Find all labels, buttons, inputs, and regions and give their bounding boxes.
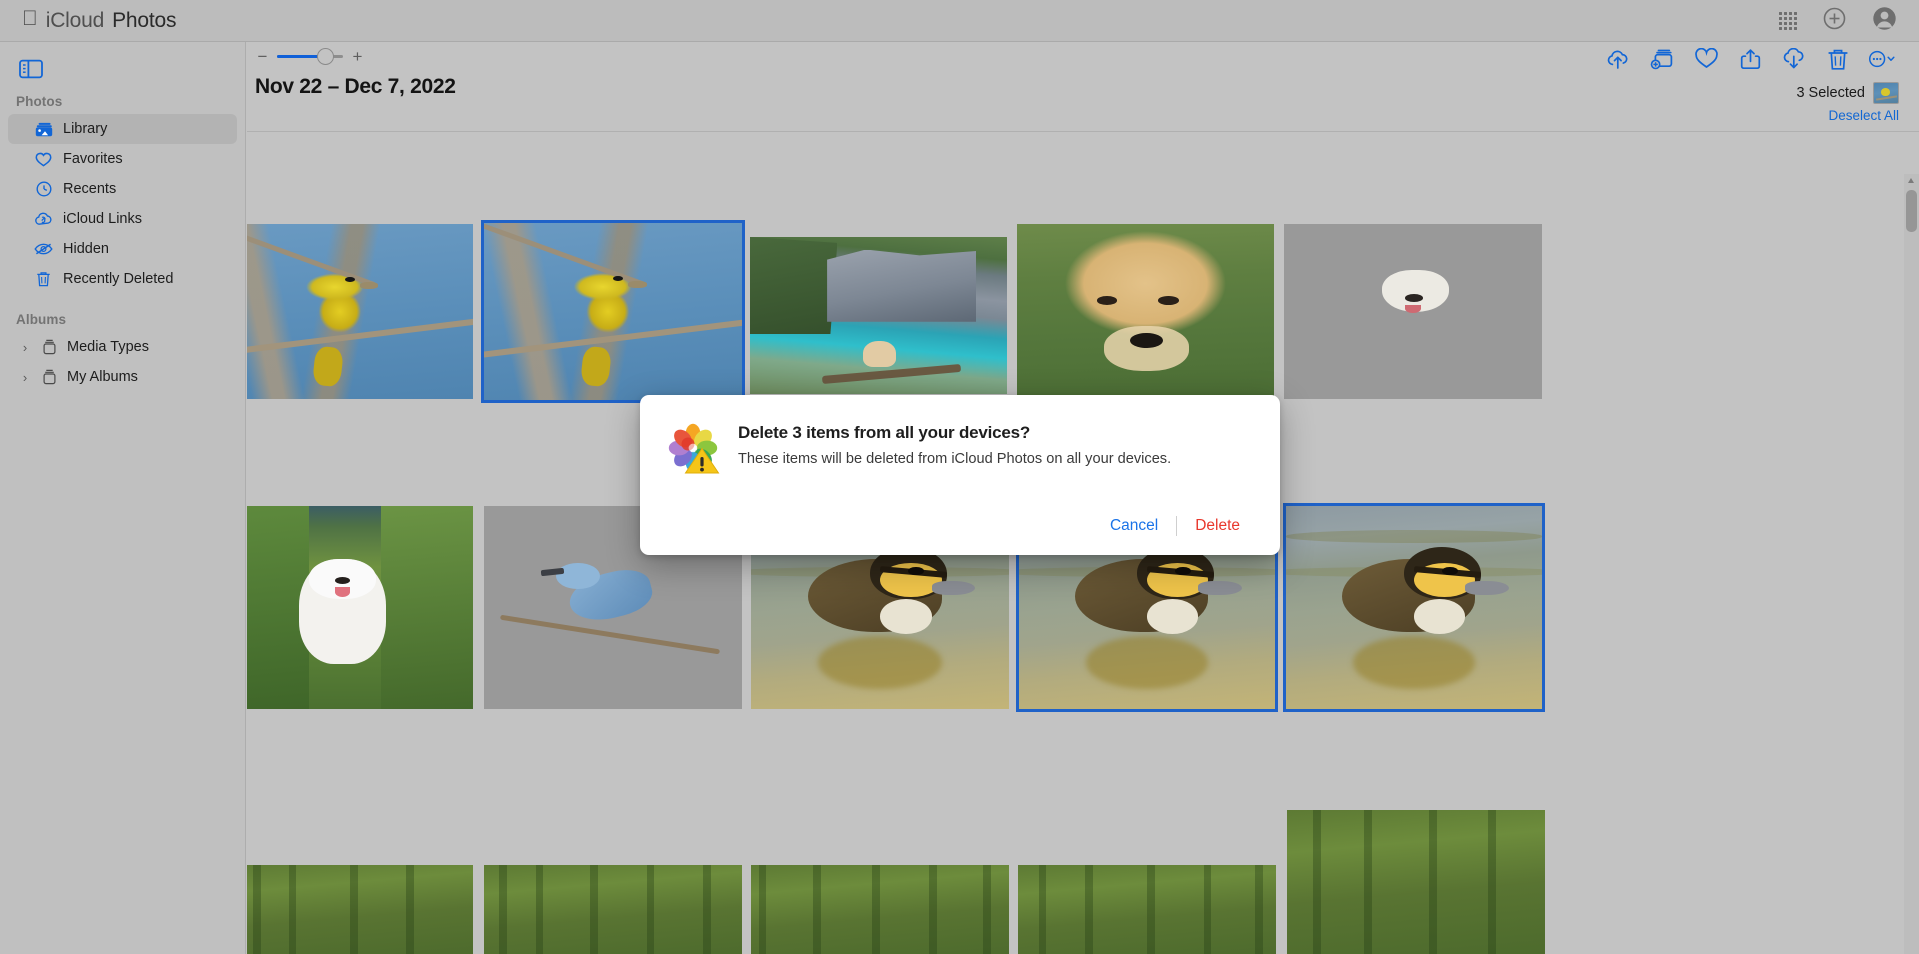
sidebar-item-recently-deleted[interactable]: Recently Deleted	[8, 264, 237, 294]
chevron-right-icon[interactable]: ›	[18, 370, 32, 385]
sidebar-item-recents[interactable]: Recents	[8, 174, 237, 204]
sidebar-item-label: Favorites	[63, 151, 123, 167]
sidebar-item-icloud-links[interactable]: iCloud Links	[8, 204, 237, 234]
cloud-link-icon	[34, 212, 53, 226]
upload-to-icloud-button[interactable]	[1603, 44, 1633, 74]
app-grid-icon[interactable]	[1779, 11, 1797, 30]
zoom-out-button[interactable]: −	[257, 48, 268, 65]
sidebar-section-albums-label: Albums	[16, 312, 67, 327]
vertical-scrollbar[interactable]	[1904, 174, 1919, 954]
zoom-slider[interactable]: − +	[257, 47, 363, 65]
photo-grass-5[interactable]	[1287, 810, 1545, 954]
sidebar-item-library[interactable]: Library	[8, 114, 237, 144]
date-range-heading: Nov 22 – Dec 7, 2022	[255, 75, 456, 98]
dialog-actions: Cancel Delete	[1092, 511, 1258, 541]
sidebar-item-favorites[interactable]: Favorites	[8, 144, 237, 174]
photos-app-warning-icon	[666, 421, 720, 475]
apple-logo-icon: 	[22, 8, 38, 29]
photo-grass-4[interactable]	[1018, 865, 1276, 954]
window-title-bar:  iCloud Photos	[0, 0, 1919, 42]
zoom-slider-thumb[interactable]	[317, 47, 334, 65]
sidebar: Photos Library Favorites Recents iCloud …	[0, 42, 246, 954]
photo-lake-dog[interactable]	[750, 237, 1007, 394]
deselect-all-link[interactable]: Deselect All	[1796, 108, 1899, 123]
photo-canary-1[interactable]	[247, 224, 473, 399]
sidebar-section-photos-label: Photos	[16, 94, 63, 109]
scrollbar-thumb[interactable]	[1906, 190, 1917, 232]
photo-grass-1[interactable]	[247, 865, 473, 954]
favorite-button[interactable]	[1691, 44, 1721, 74]
brand-icloud-label: iCloud	[30, 8, 105, 32]
trash-icon	[34, 271, 53, 288]
window-controls	[1779, 6, 1897, 36]
photo-samoyed-grass[interactable]	[247, 506, 473, 709]
album-stack-icon	[40, 369, 59, 385]
more-options-button[interactable]	[1867, 44, 1897, 74]
delete-confirmation-dialog: Delete 3 items from all your devices? Th…	[640, 395, 1280, 555]
sidebar-item-my-albums[interactable]: › My Albums	[8, 362, 237, 392]
download-button[interactable]	[1779, 44, 1809, 74]
photo-canary-2[interactable]	[481, 220, 745, 403]
share-button[interactable]	[1735, 44, 1765, 74]
delete-button[interactable]: Delete	[1177, 511, 1258, 541]
scroll-up-arrow-icon[interactable]	[1908, 178, 1914, 183]
action-toolbar	[1603, 44, 1897, 74]
photo-golden-retriever[interactable]	[1017, 224, 1274, 399]
photo-dog-red-leaves[interactable]	[1284, 224, 1542, 399]
library-icon	[34, 122, 53, 137]
sidebar-item-label: Media Types	[67, 339, 149, 355]
cancel-button[interactable]: Cancel	[1092, 511, 1176, 541]
sidebar-item-label: iCloud Links	[63, 211, 142, 227]
selection-thumbnail	[1873, 82, 1899, 104]
sidebar-item-label: Hidden	[63, 241, 109, 257]
zoom-slider-track[interactable]	[277, 47, 343, 65]
photo-duckling-3[interactable]	[1283, 503, 1545, 712]
brand-photos-label: Photos	[96, 8, 176, 32]
sidebar-item-hidden[interactable]: Hidden	[8, 234, 237, 264]
photo-grass-2[interactable]	[484, 865, 742, 954]
sidebar-toggle-icon[interactable]	[14, 54, 48, 84]
album-stack-icon	[40, 339, 59, 355]
sidebar-item-label: My Albums	[67, 369, 138, 385]
add-to-album-button[interactable]	[1647, 44, 1677, 74]
dialog-message: These items will be deleted from iCloud …	[738, 451, 1172, 467]
sidebar-item-media-types[interactable]: › Media Types	[8, 332, 237, 362]
plus-circle-icon[interactable]	[1823, 7, 1846, 35]
sidebar-item-label: Library	[63, 121, 108, 137]
eye-slash-icon	[34, 242, 53, 256]
selection-info: 3 Selected Deselect All	[1796, 82, 1899, 123]
photo-grass-3[interactable]	[751, 865, 1009, 954]
chevron-right-icon[interactable]: ›	[18, 340, 32, 355]
dialog-title: Delete 3 items from all your devices?	[738, 423, 1031, 442]
sidebar-item-label: Recents	[63, 181, 117, 197]
content-toolbar: − + Nov 22 – Dec 7, 2022 3 Selected Dese…	[247, 42, 1919, 132]
account-avatar-icon[interactable]	[1872, 6, 1897, 36]
clock-icon	[34, 181, 53, 197]
zoom-in-button[interactable]: +	[352, 48, 363, 65]
app-brand:  iCloud Photos	[22, 8, 176, 33]
sidebar-item-label: Recently Deleted	[63, 271, 174, 287]
heart-icon	[34, 152, 53, 167]
delete-button[interactable]	[1823, 44, 1853, 74]
selection-count-label: 3 Selected	[1796, 85, 1865, 101]
